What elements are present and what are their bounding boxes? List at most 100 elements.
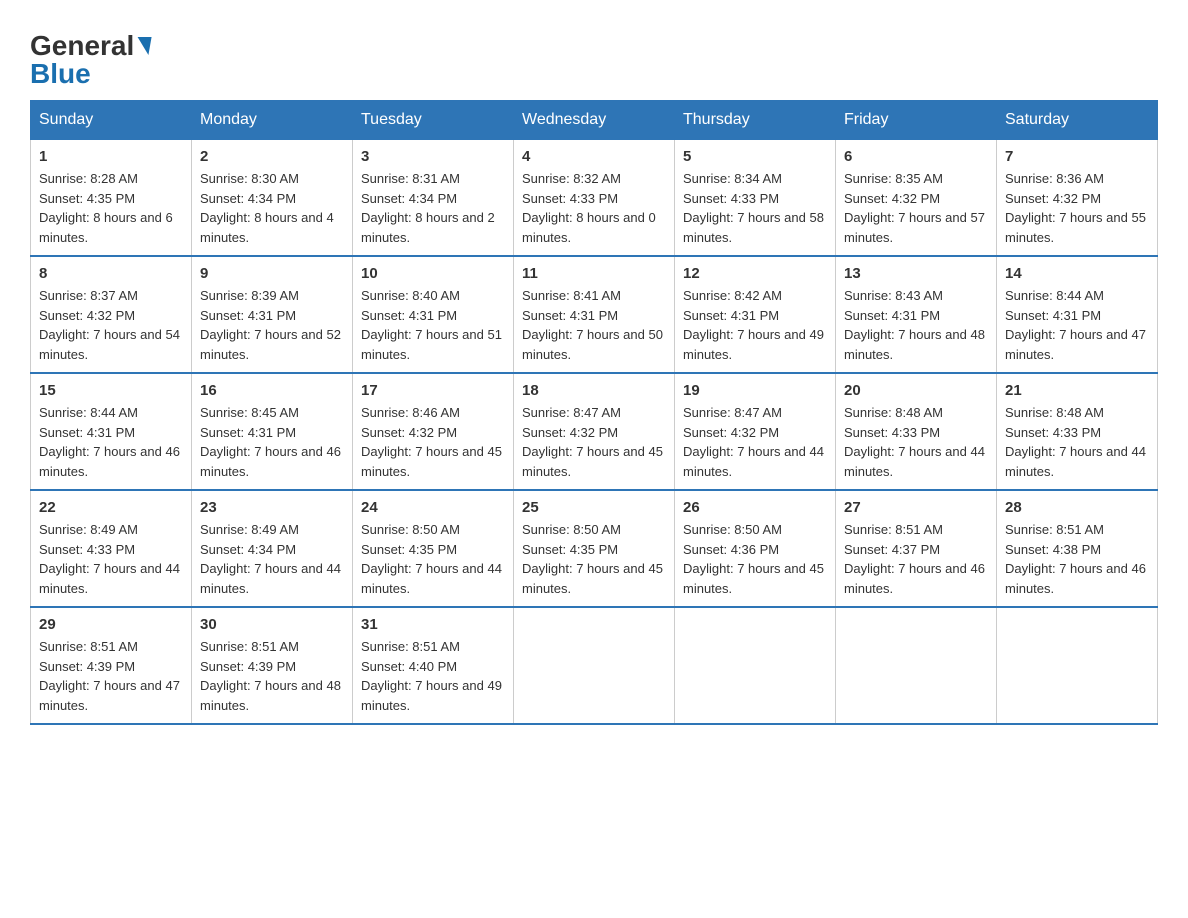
logo-blue: Blue <box>30 58 91 90</box>
calendar-cell: 8 Sunrise: 8:37 AM Sunset: 4:32 PM Dayli… <box>31 256 192 373</box>
calendar-table: SundayMondayTuesdayWednesdayThursdayFrid… <box>30 100 1158 725</box>
calendar-cell: 1 Sunrise: 8:28 AM Sunset: 4:35 PM Dayli… <box>31 140 192 257</box>
day-info: Sunrise: 8:40 AM Sunset: 4:31 PM Dayligh… <box>361 286 505 364</box>
day-info: Sunrise: 8:46 AM Sunset: 4:32 PM Dayligh… <box>361 403 505 481</box>
day-info: Sunrise: 8:36 AM Sunset: 4:32 PM Dayligh… <box>1005 169 1149 247</box>
day-number: 25 <box>522 499 666 516</box>
calendar-cell: 4 Sunrise: 8:32 AM Sunset: 4:33 PM Dayli… <box>514 140 675 257</box>
calendar-cell: 3 Sunrise: 8:31 AM Sunset: 4:34 PM Dayli… <box>353 140 514 257</box>
day-number: 16 <box>200 382 344 399</box>
day-info: Sunrise: 8:30 AM Sunset: 4:34 PM Dayligh… <box>200 169 344 247</box>
calendar-header-row: SundayMondayTuesdayWednesdayThursdayFrid… <box>31 101 1158 140</box>
day-info: Sunrise: 8:39 AM Sunset: 4:31 PM Dayligh… <box>200 286 344 364</box>
day-number: 10 <box>361 265 505 282</box>
calendar-cell: 26 Sunrise: 8:50 AM Sunset: 4:36 PM Dayl… <box>675 490 836 607</box>
day-info: Sunrise: 8:50 AM Sunset: 4:36 PM Dayligh… <box>683 520 827 598</box>
calendar-cell: 15 Sunrise: 8:44 AM Sunset: 4:31 PM Dayl… <box>31 373 192 490</box>
day-info: Sunrise: 8:32 AM Sunset: 4:33 PM Dayligh… <box>522 169 666 247</box>
day-info: Sunrise: 8:31 AM Sunset: 4:34 PM Dayligh… <box>361 169 505 247</box>
day-number: 31 <box>361 616 505 633</box>
day-info: Sunrise: 8:48 AM Sunset: 4:33 PM Dayligh… <box>1005 403 1149 481</box>
logo: General Blue <box>30 30 150 90</box>
day-number: 28 <box>1005 499 1149 516</box>
calendar-cell: 22 Sunrise: 8:49 AM Sunset: 4:33 PM Dayl… <box>31 490 192 607</box>
calendar-week-row: 29 Sunrise: 8:51 AM Sunset: 4:39 PM Dayl… <box>31 607 1158 724</box>
calendar-header-wednesday: Wednesday <box>514 101 675 140</box>
calendar-cell: 29 Sunrise: 8:51 AM Sunset: 4:39 PM Dayl… <box>31 607 192 724</box>
day-number: 19 <box>683 382 827 399</box>
calendar-cell: 11 Sunrise: 8:41 AM Sunset: 4:31 PM Dayl… <box>514 256 675 373</box>
calendar-header-tuesday: Tuesday <box>353 101 514 140</box>
calendar-cell: 2 Sunrise: 8:30 AM Sunset: 4:34 PM Dayli… <box>192 140 353 257</box>
day-number: 23 <box>200 499 344 516</box>
day-number: 17 <box>361 382 505 399</box>
calendar-cell <box>514 607 675 724</box>
day-number: 3 <box>361 148 505 165</box>
day-info: Sunrise: 8:45 AM Sunset: 4:31 PM Dayligh… <box>200 403 344 481</box>
calendar-cell: 12 Sunrise: 8:42 AM Sunset: 4:31 PM Dayl… <box>675 256 836 373</box>
day-number: 29 <box>39 616 183 633</box>
calendar-cell: 17 Sunrise: 8:46 AM Sunset: 4:32 PM Dayl… <box>353 373 514 490</box>
day-info: Sunrise: 8:50 AM Sunset: 4:35 PM Dayligh… <box>361 520 505 598</box>
calendar-header-friday: Friday <box>836 101 997 140</box>
day-info: Sunrise: 8:48 AM Sunset: 4:33 PM Dayligh… <box>844 403 988 481</box>
day-number: 8 <box>39 265 183 282</box>
calendar-cell: 18 Sunrise: 8:47 AM Sunset: 4:32 PM Dayl… <box>514 373 675 490</box>
calendar-cell: 24 Sunrise: 8:50 AM Sunset: 4:35 PM Dayl… <box>353 490 514 607</box>
calendar-cell: 7 Sunrise: 8:36 AM Sunset: 4:32 PM Dayli… <box>997 140 1158 257</box>
day-info: Sunrise: 8:51 AM Sunset: 4:40 PM Dayligh… <box>361 637 505 715</box>
day-number: 26 <box>683 499 827 516</box>
calendar-cell: 20 Sunrise: 8:48 AM Sunset: 4:33 PM Dayl… <box>836 373 997 490</box>
day-info: Sunrise: 8:51 AM Sunset: 4:39 PM Dayligh… <box>39 637 183 715</box>
day-info: Sunrise: 8:50 AM Sunset: 4:35 PM Dayligh… <box>522 520 666 598</box>
calendar-week-row: 22 Sunrise: 8:49 AM Sunset: 4:33 PM Dayl… <box>31 490 1158 607</box>
day-number: 2 <box>200 148 344 165</box>
day-info: Sunrise: 8:37 AM Sunset: 4:32 PM Dayligh… <box>39 286 183 364</box>
calendar-cell <box>997 607 1158 724</box>
day-info: Sunrise: 8:35 AM Sunset: 4:32 PM Dayligh… <box>844 169 988 247</box>
calendar-week-row: 1 Sunrise: 8:28 AM Sunset: 4:35 PM Dayli… <box>31 140 1158 257</box>
calendar-cell: 27 Sunrise: 8:51 AM Sunset: 4:37 PM Dayl… <box>836 490 997 607</box>
day-info: Sunrise: 8:44 AM Sunset: 4:31 PM Dayligh… <box>1005 286 1149 364</box>
day-number: 27 <box>844 499 988 516</box>
day-number: 9 <box>200 265 344 282</box>
day-number: 5 <box>683 148 827 165</box>
day-info: Sunrise: 8:34 AM Sunset: 4:33 PM Dayligh… <box>683 169 827 247</box>
day-number: 14 <box>1005 265 1149 282</box>
day-number: 4 <box>522 148 666 165</box>
day-number: 18 <box>522 382 666 399</box>
day-number: 20 <box>844 382 988 399</box>
calendar-cell: 16 Sunrise: 8:45 AM Sunset: 4:31 PM Dayl… <box>192 373 353 490</box>
day-info: Sunrise: 8:49 AM Sunset: 4:33 PM Dayligh… <box>39 520 183 598</box>
calendar-cell <box>675 607 836 724</box>
calendar-cell: 25 Sunrise: 8:50 AM Sunset: 4:35 PM Dayl… <box>514 490 675 607</box>
day-info: Sunrise: 8:51 AM Sunset: 4:39 PM Dayligh… <box>200 637 344 715</box>
logo-arrow-icon <box>135 37 152 55</box>
day-number: 12 <box>683 265 827 282</box>
day-info: Sunrise: 8:47 AM Sunset: 4:32 PM Dayligh… <box>683 403 827 481</box>
calendar-header-sunday: Sunday <box>31 101 192 140</box>
day-info: Sunrise: 8:43 AM Sunset: 4:31 PM Dayligh… <box>844 286 988 364</box>
day-info: Sunrise: 8:51 AM Sunset: 4:37 PM Dayligh… <box>844 520 988 598</box>
day-info: Sunrise: 8:49 AM Sunset: 4:34 PM Dayligh… <box>200 520 344 598</box>
calendar-header-saturday: Saturday <box>997 101 1158 140</box>
calendar-cell <box>836 607 997 724</box>
calendar-header-monday: Monday <box>192 101 353 140</box>
day-number: 21 <box>1005 382 1149 399</box>
calendar-cell: 21 Sunrise: 8:48 AM Sunset: 4:33 PM Dayl… <box>997 373 1158 490</box>
calendar-cell: 23 Sunrise: 8:49 AM Sunset: 4:34 PM Dayl… <box>192 490 353 607</box>
day-number: 13 <box>844 265 988 282</box>
day-info: Sunrise: 8:42 AM Sunset: 4:31 PM Dayligh… <box>683 286 827 364</box>
day-info: Sunrise: 8:28 AM Sunset: 4:35 PM Dayligh… <box>39 169 183 247</box>
day-info: Sunrise: 8:47 AM Sunset: 4:32 PM Dayligh… <box>522 403 666 481</box>
day-number: 24 <box>361 499 505 516</box>
calendar-cell: 5 Sunrise: 8:34 AM Sunset: 4:33 PM Dayli… <box>675 140 836 257</box>
day-number: 30 <box>200 616 344 633</box>
calendar-header-thursday: Thursday <box>675 101 836 140</box>
day-number: 1 <box>39 148 183 165</box>
calendar-cell: 6 Sunrise: 8:35 AM Sunset: 4:32 PM Dayli… <box>836 140 997 257</box>
calendar-cell: 13 Sunrise: 8:43 AM Sunset: 4:31 PM Dayl… <box>836 256 997 373</box>
day-number: 11 <box>522 265 666 282</box>
calendar-cell: 31 Sunrise: 8:51 AM Sunset: 4:40 PM Dayl… <box>353 607 514 724</box>
calendar-cell: 28 Sunrise: 8:51 AM Sunset: 4:38 PM Dayl… <box>997 490 1158 607</box>
